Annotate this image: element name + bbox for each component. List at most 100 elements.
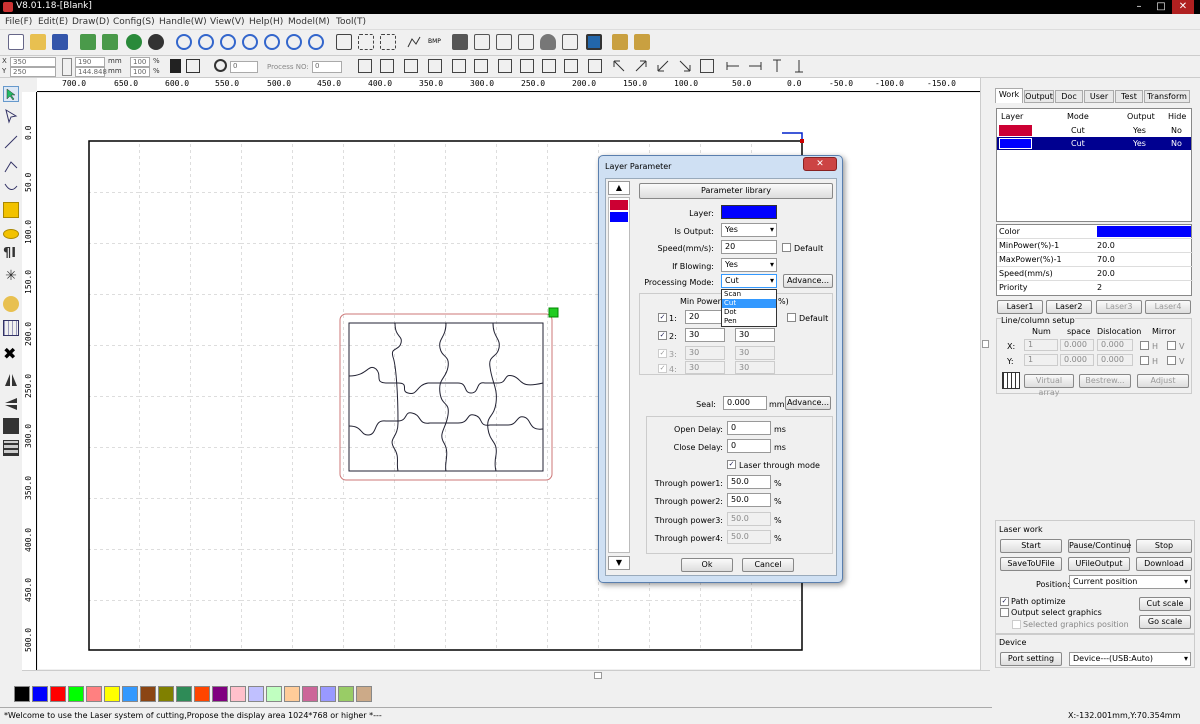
menu-view[interactable]: View(V) bbox=[210, 17, 245, 27]
align-vcenter-icon[interactable] bbox=[474, 59, 488, 73]
redo-icon[interactable] bbox=[148, 34, 164, 50]
menu-handle[interactable]: Handle(W) bbox=[159, 17, 207, 27]
h-line-right-icon[interactable] bbox=[748, 59, 762, 73]
power2-max-input[interactable]: 30 bbox=[735, 328, 775, 342]
node-select-icon[interactable] bbox=[3, 108, 19, 124]
prop-color-swatch[interactable] bbox=[1097, 226, 1191, 237]
align-center-icon[interactable] bbox=[498, 59, 512, 73]
group-icon[interactable] bbox=[518, 34, 534, 50]
parameter-library-button[interactable]: Parameter library bbox=[639, 183, 833, 199]
palette-swatch[interactable] bbox=[122, 686, 138, 702]
speed-default-checkbox[interactable] bbox=[782, 243, 791, 252]
palette-swatch[interactable] bbox=[86, 686, 102, 702]
mirror-v-y-checkbox[interactable] bbox=[1167, 356, 1176, 365]
array-y-space[interactable]: 0.000 bbox=[1060, 354, 1094, 366]
palette-swatch[interactable] bbox=[158, 686, 174, 702]
scale-x-input[interactable]: 100 bbox=[130, 57, 150, 67]
maximize-icon[interactable]: □ bbox=[1150, 0, 1172, 14]
arrow-ne-icon[interactable] bbox=[634, 59, 648, 73]
layer-list-item-selected[interactable] bbox=[610, 212, 628, 222]
h-line-left-icon[interactable] bbox=[726, 59, 740, 73]
v-line-top-icon[interactable] bbox=[770, 59, 784, 73]
mode-advance-button[interactable]: Advance... bbox=[783, 274, 833, 288]
point-edit-icon[interactable] bbox=[380, 34, 396, 50]
node-edit-icon[interactable] bbox=[358, 34, 374, 50]
array-y-num[interactable]: 1 bbox=[1024, 354, 1058, 366]
palette-swatch[interactable] bbox=[302, 686, 318, 702]
delete-x-icon[interactable]: ✖ bbox=[3, 346, 19, 362]
curve-tool-icon[interactable] bbox=[3, 180, 19, 196]
align-right-icon[interactable] bbox=[380, 59, 394, 73]
processing-mode-dropdown[interactable]: Cut bbox=[721, 274, 777, 288]
width-input[interactable]: 190 bbox=[75, 57, 105, 67]
array-copy-icon[interactable] bbox=[3, 418, 19, 434]
virtual-array-button[interactable]: Virtual array bbox=[1024, 374, 1074, 397]
undo-icon[interactable] bbox=[126, 34, 142, 50]
vertical-scrollbar[interactable] bbox=[980, 78, 990, 670]
layer-row[interactable]: Cut Yes No bbox=[997, 124, 1191, 137]
monitor-icon[interactable] bbox=[586, 34, 602, 50]
tab-test[interactable]: Test bbox=[1115, 90, 1143, 103]
v-line-bottom-icon[interactable] bbox=[792, 59, 806, 73]
device-dropdown[interactable]: Device---(USB:Auto) bbox=[1069, 652, 1191, 666]
rotate-icon[interactable] bbox=[214, 59, 227, 72]
start-button[interactable]: Start bbox=[1000, 539, 1062, 553]
port-setting-button[interactable]: Port setting bbox=[1000, 652, 1062, 666]
align-hcenter-icon[interactable] bbox=[452, 59, 466, 73]
align-left-icon[interactable] bbox=[358, 59, 372, 73]
selected-position-checkbox[interactable] bbox=[1012, 620, 1021, 629]
ufile-output-button[interactable]: UFileOutput bbox=[1068, 557, 1130, 571]
tree-icon[interactable] bbox=[474, 34, 490, 50]
layer-color-swatch[interactable] bbox=[721, 205, 777, 219]
palette-swatch[interactable] bbox=[320, 686, 336, 702]
palette-swatch[interactable] bbox=[356, 686, 372, 702]
power3-min-input[interactable]: 30 bbox=[685, 346, 725, 360]
cloud-icon[interactable] bbox=[540, 34, 556, 50]
zoom-in-icon[interactable] bbox=[176, 34, 192, 50]
pause-continue-button[interactable]: Pause/Continue bbox=[1068, 539, 1131, 553]
palette-swatch[interactable] bbox=[14, 686, 30, 702]
blowing-dropdown[interactable]: Yes bbox=[721, 258, 777, 272]
grid-anchor-icon[interactable] bbox=[186, 59, 200, 73]
prop-value[interactable]: 70.0 bbox=[1097, 255, 1115, 264]
tab-output[interactable]: Output bbox=[1024, 90, 1054, 103]
power4-max-input[interactable]: 30 bbox=[735, 361, 775, 374]
clipboard-icon[interactable] bbox=[562, 34, 578, 50]
arrow-se-icon[interactable] bbox=[678, 59, 692, 73]
zoom-all-icon[interactable] bbox=[308, 34, 324, 50]
menu-config[interactable]: Config(S) bbox=[113, 17, 155, 27]
matrix-icon[interactable] bbox=[3, 440, 19, 456]
center-icon[interactable] bbox=[700, 59, 714, 73]
polyline-tool-icon[interactable] bbox=[3, 158, 19, 174]
array-y-dislocation[interactable]: 0.000 bbox=[1097, 354, 1133, 366]
path-optimize-checkbox[interactable]: ✓ bbox=[1000, 597, 1009, 606]
layer-row-selected[interactable]: Cut Yes No bbox=[997, 137, 1191, 150]
same-size-icon[interactable] bbox=[564, 59, 578, 73]
arrow-sw-icon[interactable] bbox=[656, 59, 670, 73]
layer-list-item[interactable] bbox=[610, 200, 628, 210]
cancel-button[interactable]: Cancel bbox=[742, 558, 794, 572]
save-to-ufile-button[interactable]: SaveToUFile bbox=[1000, 557, 1062, 571]
palette-swatch[interactable] bbox=[50, 686, 66, 702]
open-delay-input[interactable]: 0 bbox=[727, 421, 771, 435]
ellipse-icon[interactable] bbox=[3, 229, 19, 239]
through-power1-input[interactable]: 50.0 bbox=[727, 475, 771, 489]
is-output-dropdown[interactable]: Yes bbox=[721, 223, 777, 237]
import-icon[interactable] bbox=[80, 34, 96, 50]
power4-checkbox[interactable]: ✓ bbox=[658, 364, 667, 373]
palette-swatch[interactable] bbox=[266, 686, 282, 702]
menu-edit[interactable]: Edit(E) bbox=[38, 17, 68, 27]
save-icon[interactable] bbox=[52, 34, 68, 50]
close-icon[interactable]: ✕ bbox=[1172, 0, 1194, 14]
menu-file[interactable]: File(F) bbox=[5, 17, 32, 27]
new-file-icon[interactable] bbox=[8, 34, 24, 50]
tab-transform[interactable]: Transform bbox=[1144, 90, 1190, 103]
same-width-icon[interactable] bbox=[520, 59, 534, 73]
height-input[interactable]: 144.848 bbox=[75, 67, 107, 77]
hscroll-thumb[interactable] bbox=[594, 672, 602, 679]
people-group-icon[interactable] bbox=[634, 34, 650, 50]
curve-icon[interactable] bbox=[406, 34, 422, 50]
menu-model[interactable]: Model(M) bbox=[288, 17, 330, 27]
prop-value[interactable]: 20.0 bbox=[1097, 241, 1115, 250]
zoom-plus-icon[interactable] bbox=[198, 34, 214, 50]
